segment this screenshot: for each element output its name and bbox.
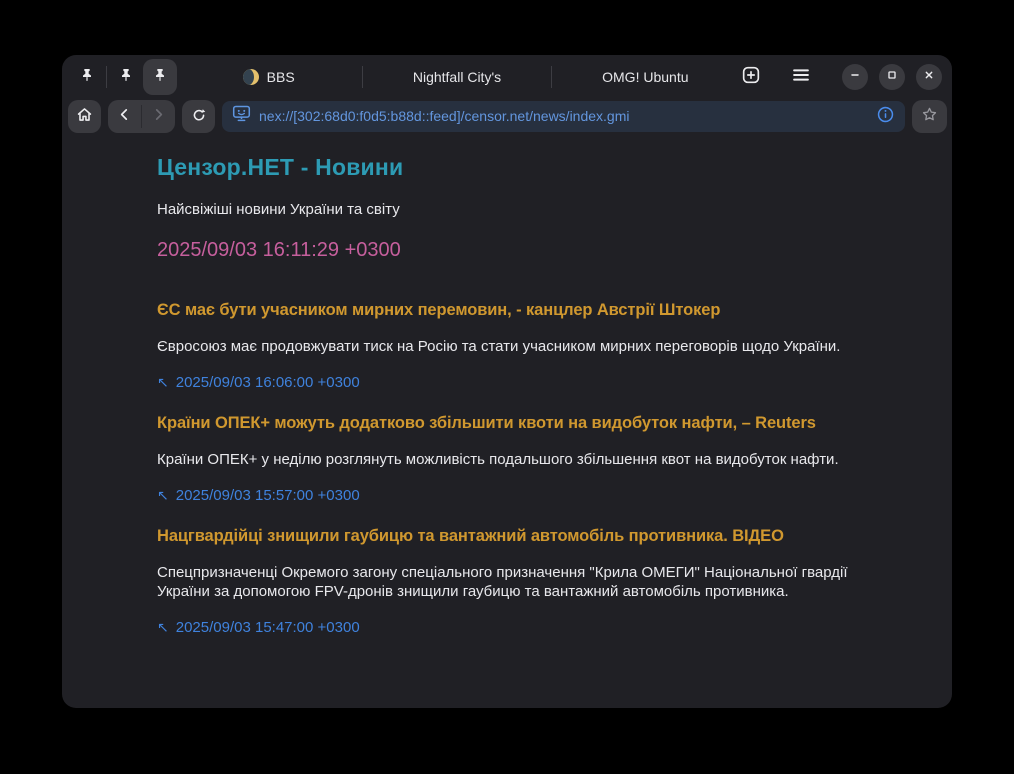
article-3: Нацгвардійці знищили гаубицю та вантажни… [157, 525, 857, 637]
link-timestamp-text: 2025/09/03 15:57:00 +0300 [176, 487, 360, 504]
reload-button[interactable] [182, 100, 215, 133]
tab-separator [551, 66, 552, 88]
back-chevron-icon [116, 106, 133, 126]
minimize-icon [847, 67, 863, 86]
reload-icon [190, 106, 208, 127]
article-timestamp-link[interactable]: ↖ 2025/09/03 15:57:00 +0300 [157, 486, 857, 505]
tab-bar-controls [737, 63, 942, 91]
home-icon [75, 105, 94, 127]
link-arrow-icon: ↖ [157, 374, 169, 390]
pushpin-icon [152, 67, 168, 86]
maximize-button[interactable] [879, 64, 905, 90]
new-tab-plus-icon [740, 64, 762, 89]
tab-bbs[interactable]: BBS [177, 55, 360, 98]
close-button[interactable] [916, 64, 942, 90]
pinned-tab-1[interactable] [70, 59, 104, 95]
hamburger-icon [790, 64, 812, 89]
link-arrow-icon: ↖ [157, 619, 169, 635]
close-icon [921, 67, 937, 86]
article-1: ЄС має бути учасником мирних перемовин, … [157, 299, 857, 392]
back-button[interactable] [108, 100, 141, 133]
link-timestamp-text: 2025/09/03 15:47:00 +0300 [176, 619, 360, 636]
gemtext-document: Цензор.НЕТ - Новини Найсвіжіші новини Ук… [157, 138, 857, 708]
article-timestamp-link[interactable]: ↖ 2025/09/03 15:47:00 +0300 [157, 618, 857, 637]
info-icon [876, 105, 895, 127]
pinned-tabs [70, 55, 177, 98]
pushpin-icon [118, 67, 134, 86]
url-input[interactable]: nex://[302:68d0:f0d5:b88d::feed]/censor.… [259, 108, 868, 124]
page-info-button[interactable] [876, 105, 895, 127]
article-summary: Спецпризначенці Окремого загону спеціаль… [157, 563, 857, 601]
pushpin-icon [79, 67, 95, 86]
forward-button[interactable] [142, 100, 175, 133]
article-summary: Країни ОПЕК+ у неділю розглянуть можливі… [157, 450, 857, 469]
pinned-tab-3-active[interactable] [143, 59, 177, 95]
crescent-moon-icon [243, 69, 259, 85]
bookmark-button[interactable] [912, 100, 947, 133]
tab-separator [362, 66, 363, 88]
link-timestamp-text: 2025/09/03 16:06:00 +0300 [176, 374, 360, 391]
feed-updated-timestamp: 2025/09/03 16:11:29 +0300 [157, 237, 857, 263]
url-bar[interactable]: nex://[302:68d0:f0d5:b88d::feed]/censor.… [222, 101, 905, 132]
home-button[interactable] [68, 100, 101, 133]
browser-window: BBS Nightfall City's OMG! Ubuntu [62, 55, 952, 708]
tab-bar: BBS Nightfall City's OMG! Ubuntu [62, 55, 952, 98]
history-buttons [108, 100, 175, 133]
menu-button[interactable] [787, 63, 815, 91]
tab-label: BBS [267, 69, 295, 85]
tab-nightfall-citys[interactable]: Nightfall City's [365, 55, 548, 98]
article-2: Країни ОПЕК+ можуть додатково збільшити … [157, 412, 857, 505]
new-tab-button[interactable] [737, 63, 765, 91]
tab-omg-ubuntu[interactable]: OMG! Ubuntu [554, 55, 737, 98]
article-list: ЄС має бути учасником мирних перемовин, … [157, 299, 857, 637]
tab-separator [106, 66, 107, 88]
maximize-icon [884, 67, 900, 86]
navigation-bar: nex://[302:68d0:f0d5:b88d::feed]/censor.… [62, 98, 952, 138]
page-content: Цензор.НЕТ - Новини Найсвіжіші новини Ук… [62, 138, 952, 708]
page-subtitle: Найсвіжіші новини України та світу [157, 200, 857, 219]
link-arrow-icon: ↖ [157, 487, 169, 503]
article-summary: Євросоюз має продовжувати тиск на Росію … [157, 337, 857, 356]
nex-monitor-icon [232, 104, 251, 128]
minimize-button[interactable] [842, 64, 868, 90]
article-headline: Нацгвардійці знищили гаубицю та вантажни… [157, 525, 857, 547]
tab-label: Nightfall City's [413, 69, 501, 85]
star-icon [920, 105, 939, 127]
article-headline: ЄС має бути учасником мирних перемовин, … [157, 299, 857, 321]
pinned-tab-2[interactable] [109, 59, 143, 95]
tab-label: OMG! Ubuntu [602, 69, 688, 85]
forward-chevron-icon [150, 106, 167, 126]
article-headline: Країни ОПЕК+ можуть додатково збільшити … [157, 412, 857, 434]
page-title: Цензор.НЕТ - Новини [157, 152, 857, 182]
article-timestamp-link[interactable]: ↖ 2025/09/03 16:06:00 +0300 [157, 373, 857, 392]
